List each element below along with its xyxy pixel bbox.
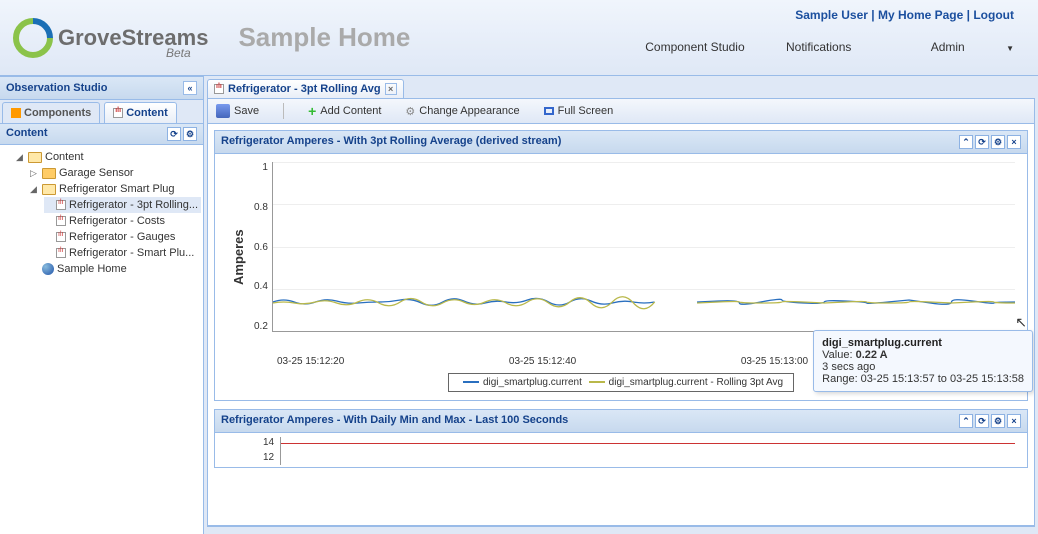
header-user-links: Sample User | My Home Page | Logout — [607, 8, 1014, 22]
fullscreen-icon — [544, 107, 554, 115]
widget-up-button[interactable]: ⌃ — [959, 414, 973, 428]
chart-legend: digi_smartplug.current digi_smartplug.cu… — [448, 373, 794, 392]
menu-admin[interactable]: Admin ▼ — [893, 40, 1014, 54]
legend-swatch — [589, 381, 605, 383]
chart-icon — [214, 84, 224, 94]
dashboard-toolbar: Save +Add Content ⚙Change Appearance Ful… — [207, 98, 1035, 124]
folder-icon — [42, 184, 56, 195]
widget-close-button[interactable]: × — [1007, 135, 1021, 149]
header-menu: Component Studio Notifications Admin ▼ — [607, 40, 1014, 54]
add-content-button[interactable]: +Add Content — [308, 105, 381, 117]
series-line-current — [273, 292, 1015, 312]
content-tree: ◢Content ▷Garage Sensor ◢Refrigerator Sm… — [0, 145, 203, 534]
change-appearance-button[interactable]: ⚙Change Appearance — [405, 105, 519, 118]
menu-component-studio[interactable]: Component Studio — [645, 40, 744, 54]
tree-title: Content — [6, 127, 48, 141]
brand-logo: GroveStreams Beta — [12, 17, 208, 59]
dashboard-tab[interactable]: Refrigerator - 3pt Rolling Avg × — [207, 79, 404, 98]
globe-icon — [42, 263, 54, 275]
sidebar-title-bar: Observation Studio « — [0, 76, 203, 100]
widget-title: Refrigerator Amperes - With Daily Min an… — [221, 414, 568, 428]
chevron-down-icon: ▼ — [1006, 44, 1014, 53]
content-area: Refrigerator - 3pt Rolling Avg × Save +A… — [204, 76, 1038, 534]
folder-icon — [42, 168, 56, 179]
chart-tooltip: digi_smartplug.current Value: 0.22 A 3 s… — [813, 330, 1033, 392]
tree-fridge[interactable]: ◢Refrigerator Smart Plug — [30, 181, 201, 197]
tree-settings-button[interactable]: ⚙ — [183, 127, 197, 141]
cursor-icon: ↖ — [1015, 314, 1027, 331]
page-title: Sample Home — [238, 22, 410, 53]
tooltip-age: 3 secs ago — [822, 361, 1024, 373]
plus-icon: + — [308, 105, 316, 117]
sidebar: Observation Studio « Components Content … — [0, 76, 204, 534]
brand-part1: Grove — [58, 25, 122, 50]
components-icon — [11, 108, 21, 118]
dashboard-body: Refrigerator Amperes - With 3pt Rolling … — [207, 124, 1035, 526]
tab-components[interactable]: Components — [2, 102, 100, 123]
save-button[interactable]: Save — [216, 104, 259, 118]
refresh-button[interactable]: ⟳ — [167, 127, 181, 141]
gear-icon: ⚙ — [405, 105, 415, 118]
tree-item-costs[interactable]: Refrigerator - Costs — [44, 213, 201, 229]
widget-close-button[interactable]: × — [1007, 414, 1021, 428]
home-link[interactable]: My Home Page — [878, 8, 963, 22]
tree-item-smartplug[interactable]: Refrigerator - Smart Plu... — [44, 245, 201, 261]
legend-swatch — [463, 381, 479, 383]
y-axis: 1 0.8 0.6 0.4 0.2 — [250, 162, 272, 332]
tree-root[interactable]: ◢Content — [16, 149, 201, 165]
tree-item-rolling[interactable]: Refrigerator - 3pt Rolling... — [44, 197, 201, 213]
series-line-max — [281, 443, 1015, 444]
widget-amperes-minmax: Refrigerator Amperes - With Daily Min an… — [214, 409, 1028, 468]
widget-refresh-button[interactable]: ⟳ — [975, 135, 989, 149]
chart-icon — [56, 248, 66, 258]
widget-gear-button[interactable]: ⚙ — [991, 414, 1005, 428]
tree-sample-home[interactable]: Sample Home — [30, 261, 201, 277]
sidebar-title: Observation Studio — [6, 82, 107, 94]
tree-item-gauges[interactable]: Refrigerator - Gauges — [44, 229, 201, 245]
folder-icon — [28, 152, 42, 163]
widget-amperes-rolling: Refrigerator Amperes - With 3pt Rolling … — [214, 130, 1028, 401]
tooltip-title: digi_smartplug.current — [822, 337, 1024, 349]
menu-notifications[interactable]: Notifications — [786, 40, 851, 54]
widget-refresh-button[interactable]: ⟳ — [975, 414, 989, 428]
widget-gear-button[interactable]: ⚙ — [991, 135, 1005, 149]
widget-up-button[interactable]: ⌃ — [959, 135, 973, 149]
save-icon — [216, 104, 230, 118]
fullscreen-button[interactable]: Full Screen — [544, 105, 614, 117]
app-header: GroveStreams Beta Sample Home Sample Use… — [0, 0, 1038, 76]
close-tab-button[interactable]: × — [385, 83, 397, 95]
y-axis-label: Amperes — [227, 162, 250, 352]
chart-icon — [56, 216, 66, 226]
tooltip-range: Range: 03-25 15:13:57 to 03-25 15:13:58 — [822, 373, 1024, 385]
beta-label: Beta — [166, 46, 191, 60]
chart-icon — [56, 232, 66, 242]
chart-plot[interactable]: Amperes 1 0.8 0.6 0.4 0.2 — [227, 162, 1015, 352]
widget-title: Refrigerator Amperes - With 3pt Rolling … — [221, 135, 561, 149]
content-icon — [113, 108, 123, 118]
tab-content[interactable]: Content — [104, 102, 177, 123]
collapse-sidebar-button[interactable]: « — [183, 81, 197, 95]
logout-link[interactable]: Logout — [973, 8, 1014, 22]
resize-handle[interactable] — [207, 526, 1035, 531]
logo-icon — [12, 17, 54, 59]
chart-icon — [56, 200, 66, 210]
user-link[interactable]: Sample User — [795, 8, 868, 22]
tree-garage[interactable]: ▷Garage Sensor — [30, 165, 201, 181]
